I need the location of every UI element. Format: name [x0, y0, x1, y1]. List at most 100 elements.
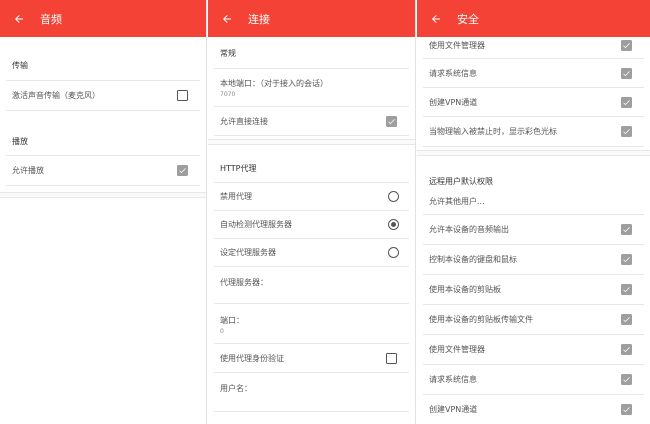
- top-item-checkbox[interactable]: [621, 126, 632, 137]
- port-value: 0: [220, 328, 224, 335]
- allow-playback-row[interactable]: 允许播放: [6, 156, 200, 186]
- top-item-row[interactable]: 创建VPN通道: [423, 88, 644, 117]
- top-item-checkbox[interactable]: [621, 39, 632, 51]
- section-header-http-proxy: HTTP代理: [220, 164, 257, 173]
- top-item-label: 创建VPN通道: [429, 97, 478, 107]
- permission-label: 创建VPN通道: [429, 405, 478, 414]
- allow-others-item[interactable]: 允许其他用户...: [429, 196, 485, 207]
- proxy-auto-row[interactable]: 自动检测代理服务器: [214, 211, 409, 239]
- allow-playback-checkbox[interactable]: [177, 165, 188, 176]
- permission-row[interactable]: 请求系统信息: [423, 365, 644, 395]
- back-button[interactable]: [208, 0, 246, 37]
- section-header-transfer: 传输: [12, 61, 28, 70]
- top-item-row[interactable]: 当物理输入被禁止时，显示彩色光标: [423, 117, 644, 147]
- back-button[interactable]: [417, 0, 455, 37]
- proxy-auto-radio[interactable]: [388, 219, 399, 230]
- checkmark-icon: [623, 99, 630, 105]
- arrow-left-icon: [223, 14, 231, 23]
- proxy-server-label[interactable]: 代理服务器：: [220, 277, 268, 288]
- activate-mic-checkbox[interactable]: [177, 90, 188, 101]
- permission-checkbox[interactable]: [621, 314, 632, 325]
- permission-label: 使用文件管理器: [429, 345, 485, 354]
- permission-checkbox[interactable]: [621, 404, 632, 415]
- permission-checkbox[interactable]: [621, 374, 632, 385]
- permission-row[interactable]: 允许本设备的音频输出: [423, 215, 644, 245]
- checkmark-icon: [623, 42, 630, 48]
- permission-label: 使用本设备的剪贴板: [429, 285, 501, 294]
- app-bar: 音频: [0, 0, 206, 37]
- allow-direct-label: 允许直接连接: [220, 116, 268, 126]
- connection-settings-panel: 连接 常规 本地端口：（对于接入的会话） 7070 允许直接连接 HTTP代理 …: [208, 0, 416, 424]
- allow-direct-row[interactable]: 允许直接连接: [214, 107, 409, 136]
- checkmark-icon: [623, 257, 630, 263]
- permission-label: 控制本设备的键盘和鼠标: [429, 255, 517, 264]
- checkmark-icon: [623, 317, 630, 323]
- activate-mic-row[interactable]: 激活声音传输（麦克风）: [6, 81, 200, 111]
- permission-row[interactable]: 使用本设备的剪贴板传输文件: [423, 305, 644, 335]
- top-item-checkbox[interactable]: [621, 67, 632, 79]
- audio-settings-panel: 音频 传输 激活声音传输（麦克风） 播放 允许播放: [0, 0, 207, 424]
- page-title: 音频: [40, 12, 62, 26]
- checkmark-icon: [623, 70, 630, 76]
- divider: [214, 411, 409, 412]
- proxy-disable-row[interactable]: 禁用代理: [214, 183, 409, 211]
- activate-mic-label: 激活声音传输（麦克风）: [12, 91, 100, 100]
- security-settings-panel: 使用文件管理器 请求系统信息 创建VPN通道 当物理输入被禁止时，显示彩色光标 …: [417, 0, 650, 424]
- permission-checkbox[interactable]: [621, 224, 632, 235]
- page-title: 安全: [457, 12, 479, 26]
- allow-direct-checkbox[interactable]: [386, 115, 397, 127]
- permission-row[interactable]: 创建VPN通道: [423, 395, 644, 424]
- permission-checkbox[interactable]: [621, 344, 632, 355]
- checkmark-icon: [179, 168, 186, 174]
- checkmark-icon: [623, 227, 630, 233]
- divider: [214, 303, 409, 304]
- local-port-label[interactable]: 本地端口：（对于接入的会话）: [220, 78, 328, 89]
- permission-row[interactable]: 使用本设备的剪贴板: [423, 275, 644, 305]
- page-title: 连接: [248, 12, 270, 26]
- arrow-left-icon: [432, 14, 440, 23]
- section-header-playback: 播放: [12, 137, 28, 146]
- proxy-disable-label: 禁用代理: [220, 192, 252, 201]
- proxy-manual-label: 设定代理服务器: [220, 248, 276, 257]
- checkmark-icon: [623, 287, 630, 293]
- local-port-value: 7070: [220, 91, 236, 98]
- use-proxy-auth-checkbox[interactable]: [386, 352, 397, 364]
- proxy-disable-radio[interactable]: [388, 191, 399, 202]
- app-bar: 连接: [208, 0, 415, 37]
- permission-checkbox[interactable]: [621, 284, 632, 295]
- proxy-manual-row[interactable]: 设定代理服务器: [214, 239, 409, 267]
- use-proxy-auth-label: 使用代理身份验证: [220, 353, 284, 363]
- top-item-checkbox[interactable]: [621, 96, 632, 108]
- section-header-general: 常规: [220, 49, 236, 58]
- allow-playback-label: 允许播放: [12, 166, 44, 175]
- section-separator: [417, 150, 650, 156]
- permission-row[interactable]: 使用文件管理器: [423, 335, 644, 365]
- section-separator: [0, 192, 206, 198]
- top-item-label: 使用文件管理器: [429, 40, 485, 50]
- back-button[interactable]: [0, 0, 38, 37]
- checkmark-icon: [623, 407, 630, 413]
- divider: [214, 68, 409, 69]
- use-proxy-auth-row[interactable]: 使用代理身份验证: [214, 344, 409, 373]
- permission-row[interactable]: 控制本设备的键盘和鼠标: [423, 245, 644, 275]
- top-item-label: 请求系统信息: [429, 68, 477, 78]
- checkmark-icon: [388, 118, 395, 124]
- proxy-auto-label: 自动检测代理服务器: [220, 220, 292, 229]
- section-separator: [208, 139, 415, 145]
- proxy-manual-radio[interactable]: [388, 247, 399, 258]
- top-item-row[interactable]: 请求系统信息: [423, 59, 644, 88]
- arrow-left-icon: [15, 14, 23, 23]
- permission-label: 允许本设备的音频输出: [429, 225, 509, 234]
- radio-dot: [391, 222, 396, 227]
- checkmark-icon: [623, 129, 630, 135]
- permission-checkbox[interactable]: [621, 254, 632, 265]
- checkmark-icon: [623, 347, 630, 353]
- section-header-remote-default: 远程用户默认权限: [429, 177, 493, 186]
- top-item-label: 当物理输入被禁止时，显示彩色光标: [429, 127, 557, 136]
- permission-label: 使用本设备的剪贴板传输文件: [429, 315, 533, 324]
- checkmark-icon: [623, 377, 630, 383]
- app-bar: 安全: [417, 0, 650, 37]
- permission-label: 请求系统信息: [429, 375, 477, 384]
- username-label[interactable]: 用户名：: [220, 383, 252, 394]
- port-label[interactable]: 端口：: [220, 315, 244, 326]
